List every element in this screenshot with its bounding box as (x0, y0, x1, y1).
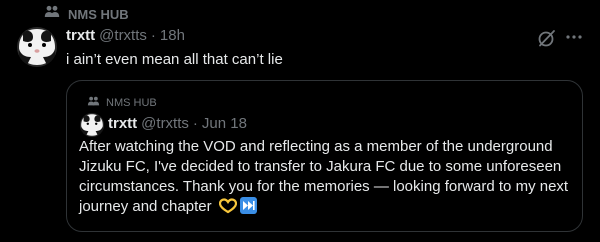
quoted-community-context: NMS HUB (87, 94, 157, 112)
quoted-post-body: After watching the VOD and reflecting as… (79, 138, 569, 215)
community-context[interactable]: NMS HUB (44, 5, 129, 24)
more-icon[interactable] (563, 26, 585, 48)
heart-hands-emoji (218, 198, 237, 220)
separator-dot: · (192, 115, 198, 132)
quoted-post-time: Jun 18 (201, 115, 247, 132)
avatar[interactable] (17, 27, 57, 67)
post-time[interactable]: 18h (160, 27, 185, 44)
post-text: i ain’t even mean all that can’t lie (66, 51, 283, 68)
separator-dot: · (150, 27, 156, 44)
people-icon (44, 5, 60, 24)
grok-icon[interactable] (536, 27, 558, 49)
community-label: NMS HUB (68, 7, 129, 22)
quoted-community-label: NMS HUB (106, 97, 157, 109)
quoted-post[interactable]: NMS HUB trxtt @trxtts · Jun 18 After wat… (66, 80, 583, 232)
quoted-avatar (80, 113, 104, 137)
quoted-post-text: After watching the VOD and reflecting as… (79, 137, 574, 220)
quoted-user-handle: @trxtts (141, 115, 189, 132)
quoted-post-header: trxtt @trxtts · Jun 18 (108, 115, 247, 132)
next-track-emoji (239, 197, 257, 220)
post-header: trxtt @trxtts · 18h (66, 27, 185, 44)
display-name[interactable]: trxtt (66, 27, 95, 44)
quoted-display-name: trxtt (108, 115, 138, 132)
user-handle[interactable]: @trxtts (99, 27, 147, 44)
people-icon (87, 94, 100, 112)
